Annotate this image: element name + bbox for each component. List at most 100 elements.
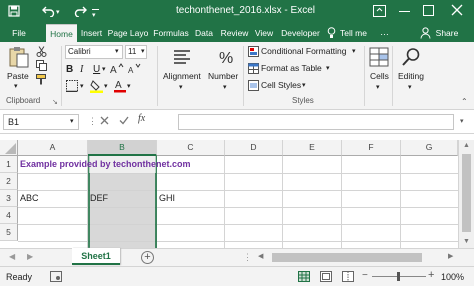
tab-developer[interactable]: Developer [278,24,323,42]
vertical-scrollbar[interactable]: ▲ ▼ [458,140,474,248]
tab-home[interactable]: Home [46,24,77,42]
clipboard-launcher-icon[interactable]: ↘ [52,98,58,106]
bold-button[interactable]: B [66,64,73,75]
scroll-down-icon[interactable]: ▼ [463,238,470,245]
column-header-g[interactable]: G [401,140,458,156]
paste-dropdown-icon[interactable]: ▾ [14,82,18,90]
cell-styles-dropdown-icon[interactable]: ▾ [302,81,306,89]
zoom-level[interactable]: 100% [441,272,464,282]
cell-c3[interactable]: GHI [159,190,175,207]
alignment-icon[interactable] [172,48,192,68]
row-header-5[interactable]: 5 [0,224,18,241]
copy-icon[interactable] [36,60,47,71]
cell-styles-button[interactable]: Cell Styles [261,80,301,90]
tab-review[interactable]: Review [218,24,251,42]
maximize-icon[interactable] [423,5,434,16]
borders-icon[interactable] [66,80,78,92]
name-box-dropdown-icon[interactable]: ▾ [70,117,74,125]
format-as-table-dropdown-icon[interactable]: ▾ [326,64,330,72]
tab-formulas[interactable]: Formulas [151,24,191,42]
font-color-icon[interactable]: A [114,78,126,93]
tab-page-layout[interactable]: Page Layo [106,24,150,42]
percent-icon[interactable]: % [216,47,236,67]
row-header-4[interactable]: 4 [0,207,18,224]
italic-button[interactable]: I [80,64,83,75]
scroll-left-icon[interactable]: ◀ [258,252,263,260]
close-icon[interactable] [451,4,463,16]
column-header-d[interactable]: D [225,140,283,156]
conditional-formatting-icon[interactable] [248,46,259,57]
tab-insert[interactable]: Insert [78,24,105,42]
format-painter-icon[interactable] [36,74,47,85]
number-button[interactable]: Number [208,71,238,81]
font-shrink-icon[interactable]: A [128,63,142,75]
font-name-dropdown-icon[interactable]: ▾ [115,47,119,55]
scroll-right-icon[interactable]: ▶ [448,252,453,260]
column-header-c[interactable]: C [157,140,225,156]
tell-me-search[interactable]: Tell me [340,24,382,42]
cells-button[interactable]: Cells [370,71,389,81]
scroll-up-icon[interactable]: ▲ [463,142,470,149]
undo-icon[interactable] [42,5,55,17]
name-box[interactable]: B1 [3,114,79,130]
zoom-out-button[interactable]: − [362,270,368,281]
zoom-slider-thumb[interactable] [397,272,400,281]
tab-file[interactable]: File [2,24,36,42]
font-color-dropdown-icon[interactable]: ▾ [127,82,131,90]
font-grow-icon[interactable]: A [110,63,124,75]
save-icon[interactable] [8,5,20,17]
column-header-e[interactable]: E [283,140,342,156]
cell-b3[interactable]: DEF [90,190,108,207]
expand-formula-bar-icon[interactable]: ▾ [460,117,464,125]
editing-button[interactable]: Editing [398,71,424,81]
zoom-in-button[interactable]: + [428,269,434,281]
customize-toolbar-icon[interactable] [92,9,99,10]
row-header-1[interactable]: 1 [0,156,18,173]
formula-input[interactable] [178,114,454,130]
row-header-2[interactable]: 2 [0,173,18,190]
paste-icon[interactable] [9,46,29,68]
add-sheet-button[interactable]: + [141,251,154,264]
vertical-scroll-thumb[interactable] [462,154,471,232]
sheet-prev-icon[interactable]: ◀ [9,252,15,261]
column-header-a[interactable]: A [18,140,88,156]
column-header-f[interactable]: F [342,140,401,156]
fill-color-dropdown-icon[interactable]: ▾ [104,82,108,90]
page-layout-view-icon[interactable] [320,271,332,282]
row-header-3[interactable]: 3 [0,190,18,207]
horizontal-scroll-thumb[interactable] [272,253,422,262]
fill-color-icon[interactable] [90,79,104,93]
cells-icon[interactable] [369,47,389,67]
sheet-tab-sheet1[interactable]: Sheet1 [72,248,120,265]
macro-record-icon[interactable] [50,271,62,282]
normal-view-icon[interactable] [298,271,310,282]
alignment-button[interactable]: Alignment [163,71,201,81]
undo-dropdown-icon[interactable]: ▾ [56,8,60,16]
format-as-table-button[interactable]: Format as Table [261,63,322,73]
minimize-icon[interactable] [399,11,410,13]
sheet-next-icon[interactable]: ▶ [27,252,33,261]
redo-icon[interactable] [74,5,87,17]
borders-dropdown-icon[interactable]: ▾ [80,82,84,90]
underline-button[interactable]: U [93,64,100,75]
enter-icon[interactable] [119,116,129,125]
collapse-ribbon-icon[interactable]: ⌃ [461,97,468,106]
share-button[interactable]: Share [433,24,461,42]
tab-data[interactable]: Data [192,24,216,42]
worksheet-grid[interactable]: A B C D E F G 1 2 3 4 5 Example provided… [0,134,474,248]
cancel-icon[interactable] [100,116,109,125]
insert-function-button[interactable]: fx [138,113,145,124]
page-break-view-icon[interactable] [342,271,354,282]
cell-a1[interactable]: Example provided by techonthenet.com [20,156,191,173]
underline-dropdown-icon[interactable]: ▾ [102,65,106,73]
format-as-table-icon[interactable] [248,63,259,74]
column-header-b[interactable]: B [88,140,157,156]
cut-icon[interactable] [36,46,47,57]
ribbon-display-options-icon[interactable] [373,5,386,17]
conditional-formatting-button[interactable]: Conditional Formatting [261,46,347,56]
person-icon[interactable] [420,27,431,39]
select-all-button[interactable] [0,140,18,156]
tab-view[interactable]: View [252,24,276,42]
cell-a3[interactable]: ABC [20,190,39,207]
search-icon[interactable] [401,47,421,67]
